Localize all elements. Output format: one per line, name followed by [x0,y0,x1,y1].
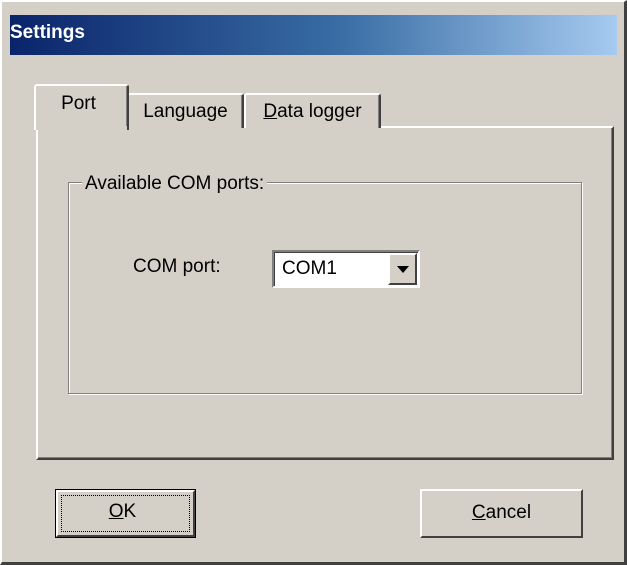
cancel-button[interactable]: Cancel [420,489,583,538]
com-port-select[interactable]: COM1 [272,250,420,288]
settings-dialog: Settings Language Data logger Port Avail… [0,0,627,565]
groupbox-label: Available COM ports: [82,173,268,195]
cancel-button-label: Cancel [471,502,532,523]
window-title: Settings [10,22,85,43]
ok-button-label: OK [108,501,137,522]
chevron-down-icon [397,266,409,273]
tab-port[interactable]: Port [34,84,129,130]
com-ports-groupbox [68,182,582,394]
tab-data-logger[interactable]: Data logger [244,93,381,128]
tab-data-logger-label: Data logger [263,101,362,122]
title-bar[interactable]: Settings [10,15,617,55]
tab-language-label: Language [143,101,228,122]
dropdown-button[interactable] [388,253,417,285]
com-port-label: COM port: [133,256,221,277]
com-port-value: COM1 [282,258,337,279]
tab-language[interactable]: Language [127,93,244,128]
tab-port-label: Port [61,93,96,114]
ok-button[interactable]: OK [55,489,196,538]
